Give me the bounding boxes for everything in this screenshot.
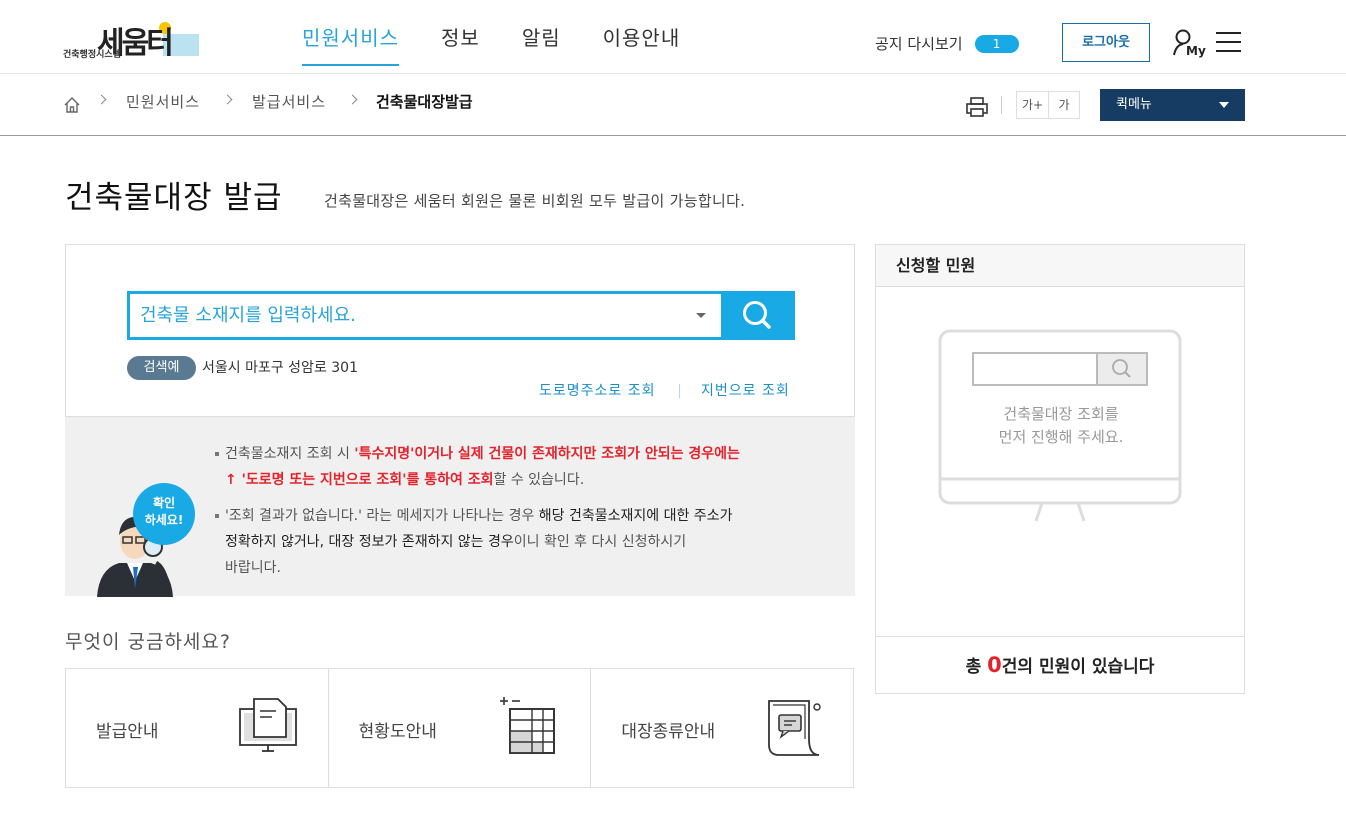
breadcrumb-current: 건축물대장발급 (376, 93, 473, 111)
site-header: 세움터 건축행정시스템 민원서비스 정보 알림 이용안내 공지 다시보기 1 로… (0, 0, 1346, 74)
seumteo-logo[interactable]: 세움터 건축행정시스템 (63, 20, 203, 62)
nav-civil-service[interactable]: 민원서비스 (302, 22, 399, 66)
address-search-input[interactable] (140, 294, 700, 337)
logo-subtitle: 건축행정시스템 (63, 50, 121, 60)
breadcrumb-civil-service[interactable]: 민원서비스 (126, 91, 200, 112)
floor-plan-icon (500, 697, 556, 754)
lot-number-search-link[interactable]: 지번으로 조회 (701, 380, 790, 400)
notice-emphasis: 해당 건축물소재지에 대한 주소가 (538, 508, 733, 524)
logout-button[interactable]: 로그아웃 (1062, 23, 1150, 62)
notice-count-badge: 1 (974, 34, 1019, 53)
faq-card-issue-guide[interactable]: 발급안내 (66, 669, 328, 787)
font-size-controls: 가+ 가 (1016, 91, 1080, 119)
breadcrumb-issue-service[interactable]: 발급서비스 (252, 91, 326, 112)
search-example-text: 서울시 마포구 성암로 301 (202, 360, 358, 376)
notice-item-special-address: 건축물소재지 조회 시 '특수지명'이거나 실제 건물이 존재하지만 조회가 안… (215, 441, 825, 493)
check-please-bubble: 확인 하세요! (133, 483, 195, 545)
notice-highlight: ↑ '도로명 또는 지번으로 조회'를 통하여 조회 (225, 472, 494, 488)
my-page-icon[interactable]: My (1172, 28, 1206, 58)
hamburger-menu-icon[interactable] (1216, 32, 1241, 52)
faq-title: 무엇이 궁금하세요? (65, 631, 231, 653)
nav-info[interactable]: 정보 (441, 22, 480, 66)
quick-menu-select[interactable]: 퀵메뉴 (1100, 89, 1245, 121)
search-example-badge: 검색예 (127, 356, 196, 380)
notice-replay[interactable]: 공지 다시보기 1 (875, 33, 1019, 54)
address-search-box (127, 291, 795, 340)
search-button[interactable] (721, 291, 795, 340)
road-address-search-link[interactable]: 도로명주소로 조회 (539, 380, 656, 400)
font-decrease-button[interactable]: 가 (1048, 92, 1079, 118)
search-dropdown-icon[interactable] (696, 313, 706, 318)
notice-text: 바랍니다. (225, 560, 281, 576)
quick-menu-label: 퀵메뉴 (1116, 97, 1152, 112)
breadcrumb-separator (347, 94, 358, 105)
empty-message-line1: 건축물대장 조회를 (1003, 405, 1119, 423)
application-panel: 신청할 민원 건축물대장 조회를 먼저 진행해 주세요. 총 0건의 민원이 있… (875, 244, 1245, 694)
notice-text: '조회 결과가 없습니다.' 라는 메세지가 나타나는 경우 (225, 508, 539, 524)
application-count: 총 0건의 민원이 있습니다 (876, 636, 1244, 693)
print-icon[interactable] (965, 96, 989, 118)
nav-notice[interactable]: 알림 (522, 22, 561, 66)
chevron-down-icon (1219, 102, 1229, 108)
faq-card-label: 대장종류안내 (621, 722, 716, 742)
home-icon[interactable] (63, 96, 81, 114)
notice-label: 공지 다시보기 (875, 35, 963, 53)
font-increase-button[interactable]: 가+ (1017, 92, 1048, 118)
notice-emphasis: 정확하지 않거나, 대장 정보가 존재하지 않는 경우 (225, 534, 514, 550)
empty-message-line2: 먼저 진행해 주세요. (998, 428, 1124, 446)
monitor-document-icon (238, 698, 297, 752)
bubble-line2: 하세요! (144, 513, 184, 527)
count-value: 0 (987, 653, 1002, 677)
application-panel-title: 신청할 민원 (876, 245, 1244, 287)
count-suffix: 건의 민원이 있습니다 (1001, 657, 1155, 677)
bubble-line1: 확인 (152, 496, 176, 510)
main-nav: 민원서비스 정보 알림 이용안내 (302, 22, 722, 66)
faq-card-label: 현황도안내 (358, 722, 437, 742)
search-panel: 검색예 서울시 마포구 성암로 301 도로명주소로 조회 지번으로 조회 (65, 244, 855, 416)
notice-item-no-result: '조회 결과가 없습니다.' 라는 메세지가 나타나는 경우 해당 건축물소재지… (215, 503, 825, 581)
notice-list: 건축물소재지 조회 시 '특수지명'이거나 실제 건물이 존재하지만 조회가 안… (215, 441, 825, 591)
search-icon (743, 301, 771, 329)
my-label: My (1186, 44, 1206, 58)
notice-text: 건축물소재지 조회 시 (225, 446, 355, 462)
breadcrumb-separator (222, 94, 233, 105)
faq-cards: 발급안내 현황도안내 대장종류안내 (65, 668, 854, 788)
faq-card-register-types[interactable]: 대장종류안내 (590, 669, 853, 787)
page-title: 건축물대장 발급 (65, 180, 283, 216)
notice-info-panel: 확인 하세요! 건축물소재지 조회 시 '특수지명'이거나 실제 건물이 존재하… (65, 416, 855, 597)
nav-guide[interactable]: 이용안내 (603, 22, 681, 66)
notice-highlight: '특수지명'이거나 실제 건물이 존재하지만 조회가 안되는 경우에는 (354, 446, 740, 462)
notice-text: 이니 확인 후 다시 신청하시기 (513, 534, 687, 550)
faq-card-label: 발급안내 (96, 722, 159, 742)
breadcrumb-separator (96, 94, 107, 105)
breadcrumb-bar: 민원서비스 발급서비스 건축물대장발급 가+ 가 퀵메뉴 (0, 74, 1346, 136)
toolbar-divider (1001, 96, 1002, 114)
page-description: 건축물대장은 세움터 회원은 물론 비회원 모두 발급이 가능합니다. (324, 192, 746, 210)
scroll-document-icon (768, 700, 821, 756)
empty-message: 건축물대장 조회를 먼저 진행해 주세요. (961, 403, 1161, 449)
notice-text: 할 수 있습니다. (493, 472, 585, 488)
count-prefix: 총 (965, 657, 988, 677)
faq-card-status-guide[interactable]: 현황도안내 (327, 669, 591, 787)
link-divider (679, 384, 680, 398)
